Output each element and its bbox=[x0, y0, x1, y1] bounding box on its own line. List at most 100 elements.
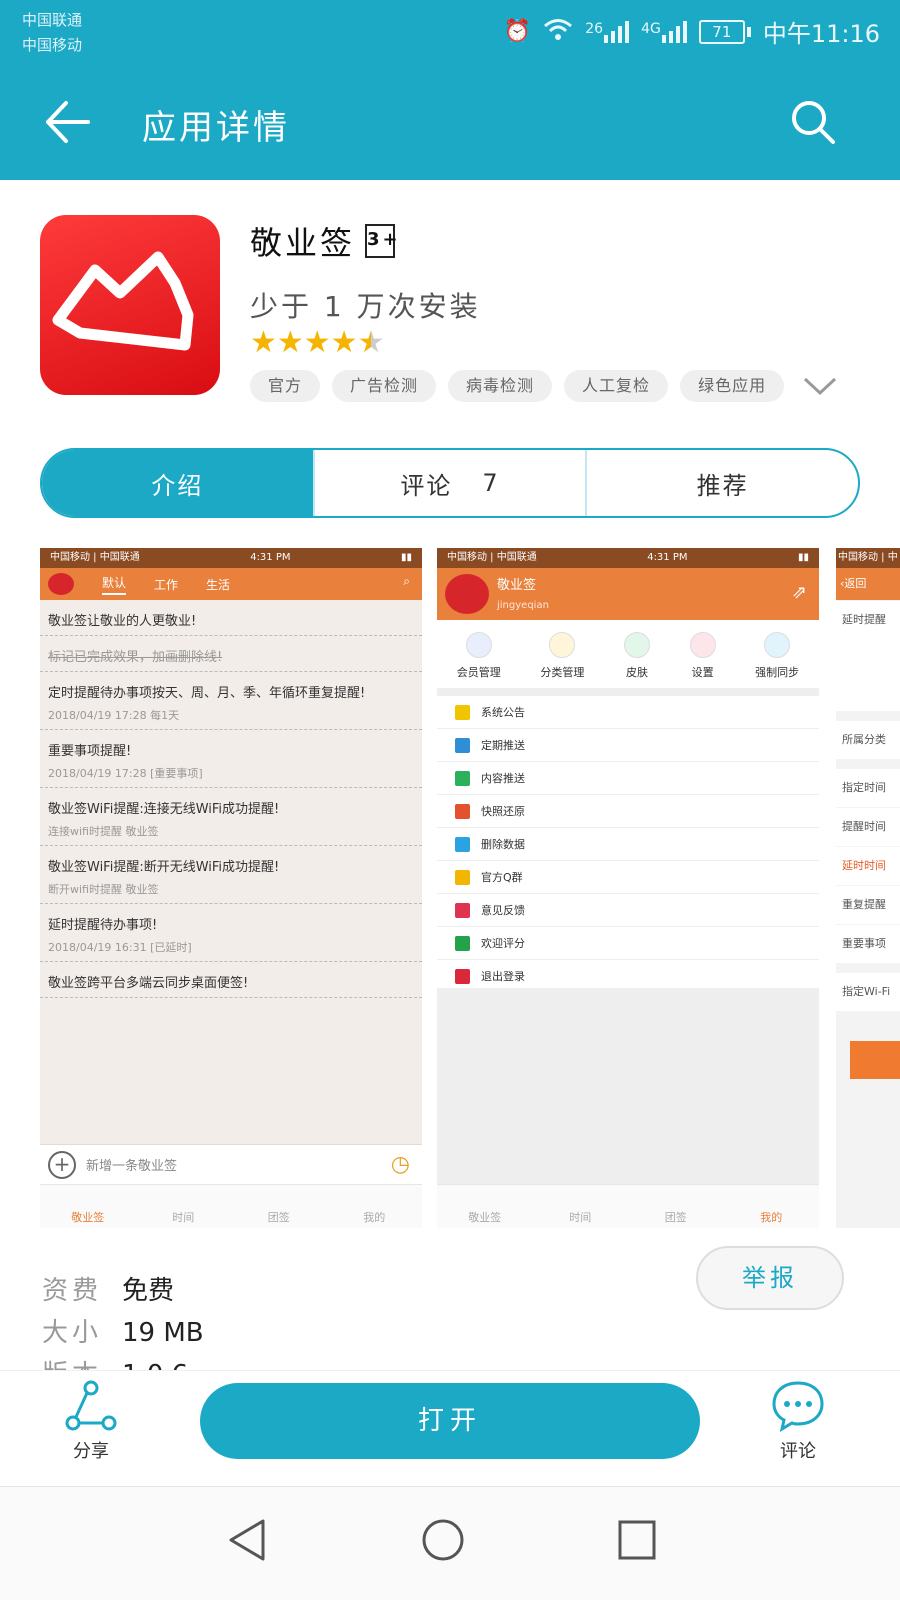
mini-bottom-nav: 敬业签 时间 团签 我的 bbox=[437, 1184, 819, 1228]
share-icon: ⇗ bbox=[791, 582, 807, 603]
screenshot-1[interactable]: 中国移动 | 中国联通 4:31 PM ▮▮ 默认 工作 生活 ⌕ 敬业签让敬业的人… bbox=[40, 548, 422, 1228]
size-value: 19 MB bbox=[122, 1318, 204, 1348]
signal-1-label: 26 bbox=[585, 20, 604, 37]
detail-tabs: 介绍 评论 7 推荐 bbox=[40, 448, 860, 518]
tag-virus-check: 病毒检测 bbox=[448, 370, 553, 402]
note-item: 重要事项提醒! 2018/04/19 17:28 [重要事项] bbox=[40, 730, 422, 788]
app-name: 敬业签 3+ bbox=[250, 218, 398, 264]
signal-icon: 26 bbox=[585, 20, 630, 43]
mini-menu-item: 意见反馈 bbox=[437, 894, 819, 927]
comment-icon bbox=[772, 1381, 824, 1433]
mini-status-bar: 中国移动 | 中 bbox=[836, 548, 900, 568]
wifi-icon bbox=[543, 17, 573, 47]
mini-feature-grid: 会员管理 分类管理 皮肤 设置 强制同步 bbox=[437, 620, 819, 696]
note-item: 延时提醒待办事项! 2018/04/19 16:31 [已延时] bbox=[40, 904, 422, 962]
size-label: 大小 bbox=[42, 1318, 103, 1348]
mini-bottom-tab: 时间 bbox=[569, 1211, 592, 1224]
tab-recommend[interactable]: 推荐 bbox=[585, 450, 858, 516]
mini-grid-item: 分类管理 bbox=[540, 632, 584, 680]
nav-recents-icon[interactable] bbox=[615, 1517, 659, 1563]
mini-bottom-tab: 时间 bbox=[172, 1211, 195, 1224]
top-app-bar: 中国联通 中国移动 ⏰ 26 4G 71 中午11:16 应用详情 bbox=[0, 0, 900, 180]
age-rating-badge: 3+ bbox=[365, 224, 398, 258]
mini-tab-life: 生活 bbox=[206, 577, 231, 592]
mini-menu-item: 定期推送 bbox=[437, 729, 819, 762]
open-button[interactable]: 打开 bbox=[200, 1383, 700, 1459]
mini-status-bar: 中国移动 | 中国联通 4:31 PM ▮▮ bbox=[437, 548, 819, 568]
carrier-1: 中国联通 bbox=[22, 11, 83, 29]
mini-bottom-tab: 团签 bbox=[664, 1211, 687, 1224]
share-button[interactable]: 分享 bbox=[56, 1379, 126, 1463]
price-value: 免费 bbox=[122, 1276, 175, 1306]
search-icon bbox=[792, 101, 835, 144]
tag-ad-check: 广告检测 bbox=[332, 370, 437, 402]
tab-intro[interactable]: 介绍 bbox=[42, 450, 313, 516]
screenshot-2[interactable]: 中国移动 | 中国联通 4:31 PM ▮▮ 敬业签 jingyeqian ⇗ 会员… bbox=[437, 548, 819, 1228]
carrier-2: 中国移动 bbox=[22, 36, 83, 54]
mini-grid-item: 皮肤 bbox=[623, 632, 650, 680]
note-item: 敬业签让敬业的人更敬业! bbox=[40, 600, 422, 636]
tab-recommend-label: 推荐 bbox=[696, 471, 749, 500]
mini-bottom-tab: 敬业签 bbox=[71, 1211, 105, 1224]
search-button[interactable] bbox=[788, 97, 838, 147]
mini-form-row: 延时提醒 bbox=[836, 601, 900, 711]
comment-button[interactable]: 评论 bbox=[758, 1379, 838, 1463]
full-stars: ★★★★ bbox=[250, 325, 358, 360]
mini-menu-item: 系统公告 bbox=[437, 696, 819, 729]
price-label: 资费 bbox=[42, 1276, 103, 1306]
tag-green-app: 绿色应用 bbox=[680, 370, 785, 402]
screenshot-3[interactable]: 中国移动 | 中 ‹返回 延时提醒 所属分类 指定时间 提醒时间 延时时间 重复… bbox=[836, 548, 900, 1228]
mini-menu-item: 官方Q群 bbox=[437, 861, 819, 894]
mini-grid-item: 会员管理 bbox=[457, 632, 501, 680]
mini-bottom-tab: 我的 bbox=[760, 1211, 783, 1224]
chevron-down-icon[interactable] bbox=[802, 374, 838, 398]
note-item: 标记已完成效果，加画删除线! bbox=[40, 636, 422, 672]
mini-menu-item: 内容推送 bbox=[437, 762, 819, 795]
app-logo-icon bbox=[52, 251, 194, 351]
app-details: 资费 免费 大小 19 MB 版本 1.0.6 bbox=[42, 1270, 204, 1376]
back-button[interactable] bbox=[40, 95, 94, 149]
mini-form-row: 提醒时间 bbox=[836, 808, 900, 846]
comment-count: 7 bbox=[482, 469, 500, 497]
nav-back-icon[interactable] bbox=[225, 1517, 269, 1563]
battery-level: 71 bbox=[698, 19, 745, 44]
mini-bottom-tab: 团签 bbox=[267, 1211, 290, 1224]
clock-icon: ◷ bbox=[390, 1152, 410, 1177]
install-count: 少于 1 万次安装 bbox=[250, 290, 481, 323]
mini-carrier: 中国移动 | 中国联通 bbox=[50, 552, 140, 563]
mini-back-bar: ‹返回 bbox=[836, 568, 900, 600]
mini-tab-default: 默认 bbox=[102, 574, 127, 595]
mini-save-button bbox=[850, 1041, 900, 1079]
share-label: 分享 bbox=[73, 1441, 109, 1462]
size-row: 大小 19 MB bbox=[42, 1312, 204, 1354]
mini-tab-work: 工作 bbox=[154, 577, 179, 592]
signal-4g-icon: 4G bbox=[641, 20, 687, 43]
mini-grid-item: 设置 bbox=[689, 632, 716, 680]
arrow-left-icon bbox=[46, 101, 90, 143]
page-title: 应用详情 bbox=[142, 108, 290, 148]
tag-official: 官方 bbox=[250, 370, 321, 402]
report-button[interactable]: 举报 bbox=[696, 1246, 844, 1310]
mini-carrier: 中国移动 | 中国联通 bbox=[447, 552, 537, 563]
mini-back-label: 返回 bbox=[844, 577, 867, 590]
bottom-action-bar: 分享 打开 评论 bbox=[0, 1370, 900, 1480]
battery-icon: 71 bbox=[698, 19, 751, 44]
nav-home-icon[interactable] bbox=[420, 1517, 466, 1563]
share-icon bbox=[65, 1380, 117, 1431]
clock: 中午11:16 bbox=[762, 20, 880, 48]
mini-profile-name: 敬业签 bbox=[497, 578, 537, 593]
mini-form-row: 重要事项 bbox=[836, 925, 900, 963]
half-star-icon: ★ bbox=[357, 325, 385, 360]
plus-icon: + bbox=[48, 1150, 76, 1179]
mini-add-bar: + 新增一条敬业签 ◷ bbox=[40, 1144, 422, 1184]
mini-add-placeholder: 新增一条敬业签 bbox=[86, 1159, 178, 1174]
tab-comments[interactable]: 评论 7 bbox=[312, 450, 586, 516]
carrier-info: 中国联通 中国移动 bbox=[22, 8, 82, 58]
note-item: 定时提醒待办事项按天、周、月、季、年循环重复提醒! 2018/04/19 17:2… bbox=[40, 672, 422, 730]
mini-time: 4:31 PM bbox=[250, 552, 291, 563]
app-name-label: 敬业签 bbox=[250, 224, 356, 262]
mini-menu-item: 欢迎评分 bbox=[437, 927, 819, 960]
mini-profile-sub: jingyeqian bbox=[497, 600, 549, 611]
mini-form-row: 重复提醒 bbox=[836, 886, 900, 924]
mini-nav-bar: 默认 工作 生活 ⌕ bbox=[40, 568, 422, 600]
